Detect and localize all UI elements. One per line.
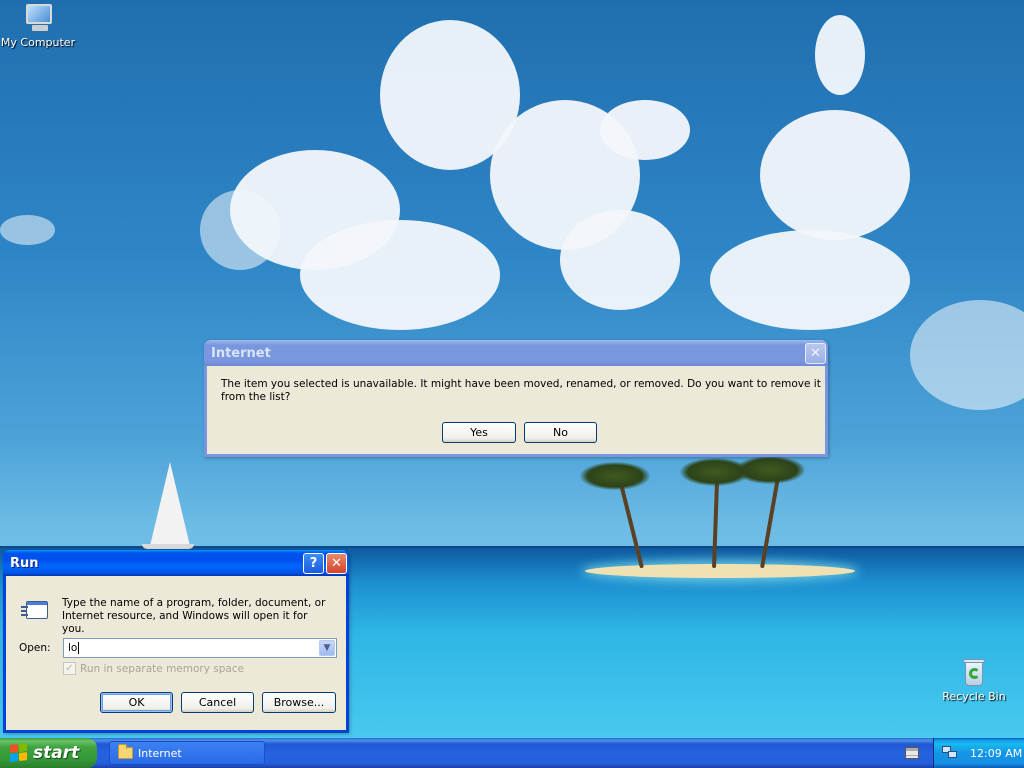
desktop-icon-label: Recycle Bin bbox=[942, 690, 1006, 703]
wallpaper-cloud bbox=[200, 190, 280, 270]
wallpaper-cloud bbox=[815, 15, 865, 95]
window-title: Run bbox=[10, 555, 39, 571]
wallpaper-cloud bbox=[600, 100, 690, 160]
separate-memory-checkbox: ✓ bbox=[63, 662, 76, 675]
internet-dialog-titlebar[interactable]: Internet ✕ bbox=[204, 340, 828, 366]
taskbar[interactable]: start Internet 12:09 AM bbox=[0, 738, 1024, 768]
start-label: start bbox=[33, 743, 80, 763]
clock[interactable]: 12:09 AM bbox=[970, 747, 1022, 760]
open-input[interactable]: lo bbox=[64, 642, 319, 654]
separate-memory-label: Run in separate memory space bbox=[80, 662, 245, 675]
internet-dialog[interactable]: Internet ✕ The item you selected is unav… bbox=[204, 340, 828, 457]
windows-logo-icon bbox=[10, 743, 28, 763]
run-description: Type the name of a program, folder, docu… bbox=[62, 597, 326, 635]
window-title: Internet bbox=[211, 345, 271, 361]
browse-button[interactable]: Browse... bbox=[262, 692, 336, 713]
ok-button[interactable]: OK bbox=[100, 692, 173, 713]
run-program-icon bbox=[20, 598, 50, 622]
wallpaper-cloud bbox=[910, 300, 1024, 410]
open-combobox[interactable]: lo ▼ bbox=[63, 638, 337, 658]
separate-memory-option: ✓ Run in separate memory space bbox=[63, 662, 244, 675]
dialog-message: The item you selected is unavailable. It… bbox=[221, 378, 821, 403]
taskbar-item-internet[interactable]: Internet bbox=[109, 741, 265, 765]
help-icon: ? bbox=[309, 555, 318, 571]
chevron-down-icon: ▼ bbox=[323, 643, 331, 653]
open-label: Open: bbox=[19, 642, 51, 654]
cancel-button[interactable]: Cancel bbox=[181, 692, 254, 713]
close-button[interactable]: ✕ bbox=[326, 552, 347, 574]
wallpaper-cloud bbox=[0, 215, 55, 245]
text-caret bbox=[78, 642, 80, 654]
checkmark-icon: ✓ bbox=[65, 663, 74, 674]
desktop-icon-my-computer[interactable]: My Computer bbox=[0, 2, 76, 49]
start-button[interactable]: start bbox=[0, 738, 97, 768]
wallpaper-cloud bbox=[300, 220, 500, 330]
wallpaper-cloud bbox=[760, 110, 910, 240]
run-dialog[interactable]: Run ? ✕ Type the name of a program, fold… bbox=[3, 550, 349, 733]
recycle-bin-icon bbox=[958, 656, 990, 688]
my-computer-icon bbox=[22, 2, 54, 34]
close-icon: ✕ bbox=[331, 555, 342, 571]
wallpaper-cloud bbox=[560, 210, 680, 310]
keyboard-icon[interactable] bbox=[905, 747, 919, 759]
run-dialog-titlebar[interactable]: Run ? ✕ bbox=[3, 550, 349, 576]
desktop-icon-recycle-bin[interactable]: Recycle Bin bbox=[936, 656, 1012, 703]
wallpaper-sailboat bbox=[150, 462, 190, 546]
wallpaper-cloud bbox=[710, 230, 910, 330]
palm-tree-crown bbox=[580, 462, 650, 490]
yes-button[interactable]: Yes bbox=[442, 422, 516, 443]
no-button[interactable]: No bbox=[524, 422, 597, 443]
close-button[interactable]: ✕ bbox=[805, 342, 826, 364]
open-input-value: lo bbox=[68, 642, 78, 654]
folder-icon bbox=[118, 744, 133, 759]
system-tray: 12:09 AM bbox=[933, 738, 1024, 768]
dropdown-button[interactable]: ▼ bbox=[319, 640, 335, 656]
help-button[interactable]: ? bbox=[303, 552, 324, 574]
palm-tree-crown bbox=[735, 456, 805, 484]
wallpaper-sailboat-hull bbox=[142, 544, 194, 549]
wallpaper-island bbox=[585, 564, 855, 578]
desktop-icon-label: My Computer bbox=[0, 36, 76, 49]
close-icon: ✕ bbox=[810, 345, 821, 361]
taskbar-item-label: Internet bbox=[138, 746, 182, 760]
network-icon[interactable] bbox=[942, 746, 958, 760]
